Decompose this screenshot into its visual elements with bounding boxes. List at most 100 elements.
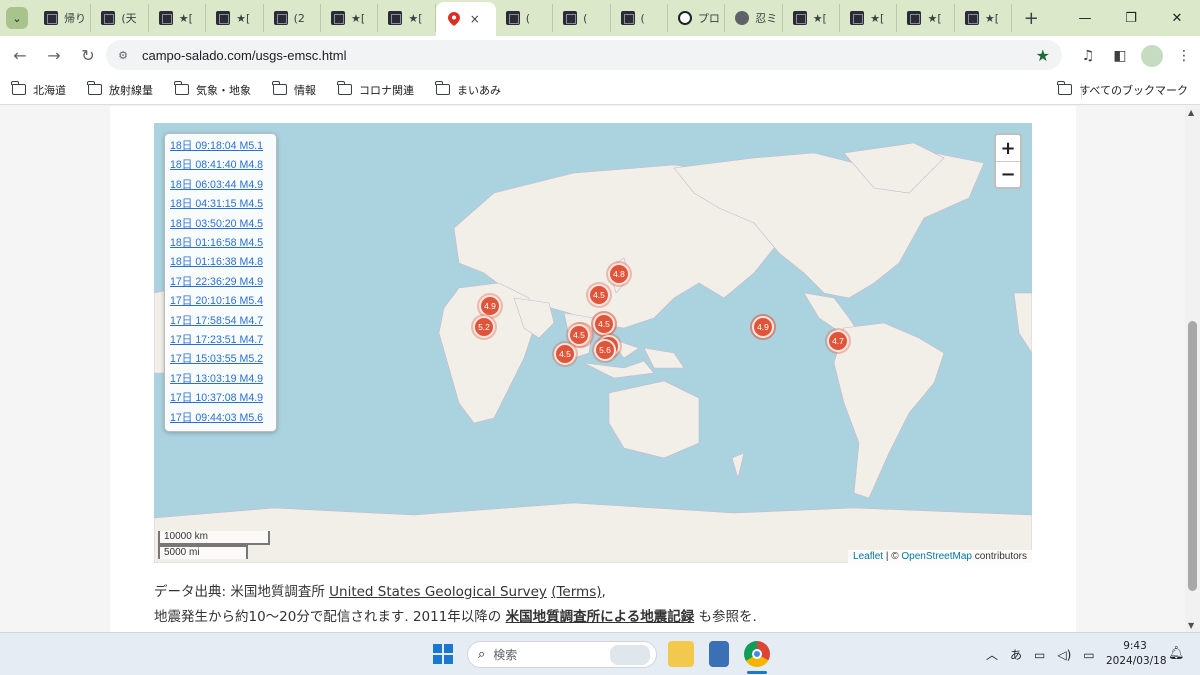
forward-button[interactable]: → bbox=[38, 40, 70, 72]
quake-marker[interactable]: 4.9 bbox=[752, 316, 774, 338]
bookmark-list: 北海道 放射線量 気象・地象 情報 コロナ関連 まいあみ bbox=[0, 81, 511, 98]
browser-tab[interactable]: (天 bbox=[91, 4, 149, 32]
tab-title: ( bbox=[525, 11, 531, 25]
scrollbar-thumb[interactable] bbox=[1188, 321, 1197, 591]
tab-title: ★[ bbox=[350, 11, 366, 25]
quake-marker[interactable]: 4.8 bbox=[608, 263, 630, 285]
quake-link[interactable]: 18日 01:16:38 M4.8 bbox=[170, 253, 271, 272]
bookmark-folder[interactable]: 放射線量 bbox=[87, 81, 153, 98]
zoom-out-button[interactable]: − bbox=[996, 161, 1020, 187]
browser-tab[interactable]: 忍ミ bbox=[725, 4, 783, 32]
network-icon[interactable]: ▭ bbox=[1034, 648, 1045, 662]
quake-marker[interactable]: 4.5 bbox=[588, 284, 610, 306]
tab-title: ( bbox=[640, 11, 645, 25]
back-button[interactable]: ← bbox=[4, 40, 36, 72]
source-line-1: データ出典: 米国地質調査所 United States Geological … bbox=[154, 580, 757, 605]
site-info-button[interactable]: ⚙ bbox=[112, 44, 134, 66]
quake-link[interactable]: 18日 01:16:58 M4.5 bbox=[170, 234, 271, 253]
usgs-link[interactable]: United States Geological Survey bbox=[329, 584, 547, 600]
scroll-down-icon[interactable]: ▼ bbox=[1188, 621, 1194, 630]
bookmark-folder[interactable]: コロナ関連 bbox=[337, 81, 414, 98]
quake-link[interactable]: 18日 06:03:44 M4.9 bbox=[170, 176, 271, 195]
tab-search-button[interactable]: ⌄ bbox=[6, 7, 28, 29]
active-tab[interactable]: × bbox=[435, 2, 496, 36]
browser-tab[interactable]: ★[ bbox=[955, 4, 1013, 32]
new-tab-button[interactable]: + bbox=[1020, 8, 1042, 29]
terms-link[interactable]: (Terms) bbox=[551, 584, 601, 600]
quake-marker[interactable]: 5.2 bbox=[473, 316, 495, 338]
browser-tab[interactable]: ( bbox=[611, 4, 668, 32]
chrome-icon[interactable] bbox=[744, 641, 770, 667]
battery-icon[interactable]: ▭ bbox=[1083, 648, 1094, 662]
browser-tab[interactable]: ( bbox=[496, 4, 554, 32]
tab-title: ★[ bbox=[178, 11, 193, 25]
profile-avatar[interactable] bbox=[1141, 44, 1163, 67]
browser-tab[interactable]: ★[ bbox=[783, 4, 841, 32]
bookmark-folder[interactable]: まいあみ bbox=[435, 81, 501, 98]
browser-tab[interactable]: ★[ bbox=[206, 4, 264, 32]
quake-link[interactable]: 18日 03:50:20 M4.5 bbox=[170, 215, 271, 234]
leaflet-link[interactable]: Leaflet bbox=[853, 551, 883, 562]
browser-tab[interactable]: ★[ bbox=[149, 4, 207, 32]
quake-link[interactable]: 18日 08:41:40 M4.8 bbox=[170, 156, 271, 175]
quake-marker[interactable]: 4.5 bbox=[554, 343, 576, 365]
bookmark-folder[interactable]: 北海道 bbox=[11, 81, 66, 98]
browser-tab[interactable]: ★[ bbox=[378, 4, 436, 32]
osm-link[interactable]: OpenStreetMap bbox=[901, 551, 972, 562]
quake-marker[interactable]: 4.9 bbox=[479, 295, 501, 317]
url-text[interactable]: campo-salado.com/usgs-emsc.html bbox=[142, 48, 346, 63]
clock[interactable]: 9:43 2024/03/18 bbox=[1106, 639, 1167, 669]
quake-marker[interactable]: 4.7 bbox=[827, 330, 849, 352]
browser-tab[interactable]: ★[ bbox=[840, 4, 898, 32]
usgs-records-link[interactable]: 米国地質調査所による地震記録 bbox=[506, 609, 695, 625]
quake-marker[interactable]: 4.5 bbox=[593, 313, 615, 335]
notepad-icon[interactable] bbox=[709, 641, 729, 667]
browser-tab[interactable]: 帰り bbox=[34, 4, 92, 32]
quake-marker[interactable]: 5.6 bbox=[594, 339, 616, 361]
notification-bell-icon[interactable]: 🔔︎ bbox=[1168, 646, 1185, 661]
taskbar-search[interactable]: ⌕ 検索 bbox=[467, 641, 657, 668]
close-window-button[interactable]: ✕ bbox=[1154, 0, 1200, 36]
tab-title: ★[ bbox=[927, 11, 942, 25]
quake-link[interactable]: 18日 04:31:15 M4.5 bbox=[170, 195, 271, 214]
restore-button[interactable]: ❐ bbox=[1108, 0, 1154, 36]
earthquake-map[interactable]: 18日 09:18:04 M5.1 18日 08:41:40 M4.8 18日 06… bbox=[154, 123, 1032, 563]
side-panel-icon[interactable]: ◧ bbox=[1104, 48, 1136, 64]
quake-link[interactable]: 17日 15:03:55 M5.2 bbox=[170, 350, 271, 369]
quake-link[interactable]: 17日 17:58:54 M4.7 bbox=[170, 312, 271, 331]
quake-link[interactable]: 17日 10:37:08 M4.9 bbox=[170, 389, 271, 408]
quake-link[interactable]: 17日 13:03:19 M4.9 bbox=[170, 370, 271, 389]
chevron-up-icon[interactable]: ︿ bbox=[986, 646, 998, 663]
tab-title: ( bbox=[583, 11, 588, 25]
ime-indicator[interactable]: あ bbox=[1010, 646, 1022, 663]
more-menu-icon[interactable]: ⋮ bbox=[1168, 48, 1200, 64]
quake-marker[interactable]: 4.5 bbox=[568, 324, 590, 346]
bookmark-star-icon[interactable]: ★ bbox=[1036, 46, 1050, 65]
quake-link[interactable]: 17日 22:36:29 M4.9 bbox=[170, 273, 271, 292]
quake-link[interactable]: 17日 17:23:51 M4.7 bbox=[170, 331, 271, 350]
media-control-icon[interactable]: ♫ bbox=[1072, 48, 1104, 64]
quake-link[interactable]: 18日 09:18:04 M5.1 bbox=[170, 137, 271, 156]
scroll-up-icon[interactable]: ▲ bbox=[1188, 108, 1194, 117]
all-bookmarks-button[interactable]: すべてのブックマーク bbox=[1057, 81, 1188, 98]
start-button[interactable] bbox=[433, 644, 453, 664]
browser-tab[interactable]: プロ bbox=[668, 4, 726, 32]
bookmark-folder[interactable]: 気象・地象 bbox=[174, 81, 251, 98]
close-tab-icon[interactable]: × bbox=[470, 12, 480, 26]
file-explorer-icon[interactable] bbox=[668, 641, 694, 667]
browser-tab[interactable]: ★[ bbox=[897, 4, 955, 32]
address-bar[interactable]: ⚙ campo-salado.com/usgs-emsc.html ★ bbox=[106, 40, 1062, 70]
zoom-in-button[interactable]: + bbox=[996, 135, 1020, 161]
bookmark-folder[interactable]: 情報 bbox=[272, 81, 316, 98]
reload-button[interactable]: ↻ bbox=[72, 40, 104, 72]
search-label: 検索 bbox=[493, 648, 518, 662]
volume-icon[interactable]: ◁) bbox=[1057, 648, 1071, 662]
browser-tab[interactable]: ( bbox=[553, 4, 611, 32]
page-viewport: 18日 09:18:04 M5.1 18日 08:41:40 M4.8 18日 06… bbox=[0, 106, 1185, 632]
browser-tab[interactable]: ★[ bbox=[321, 4, 379, 32]
quake-link[interactable]: 17日 20:10:16 M5.4 bbox=[170, 292, 271, 311]
quake-link[interactable]: 17日 09:44:03 M5.6 bbox=[170, 409, 271, 428]
minimize-button[interactable]: — bbox=[1062, 0, 1108, 36]
browser-tab[interactable]: (2 bbox=[264, 4, 321, 32]
page-scrollbar[interactable]: ▲ ▼ bbox=[1185, 106, 1200, 632]
